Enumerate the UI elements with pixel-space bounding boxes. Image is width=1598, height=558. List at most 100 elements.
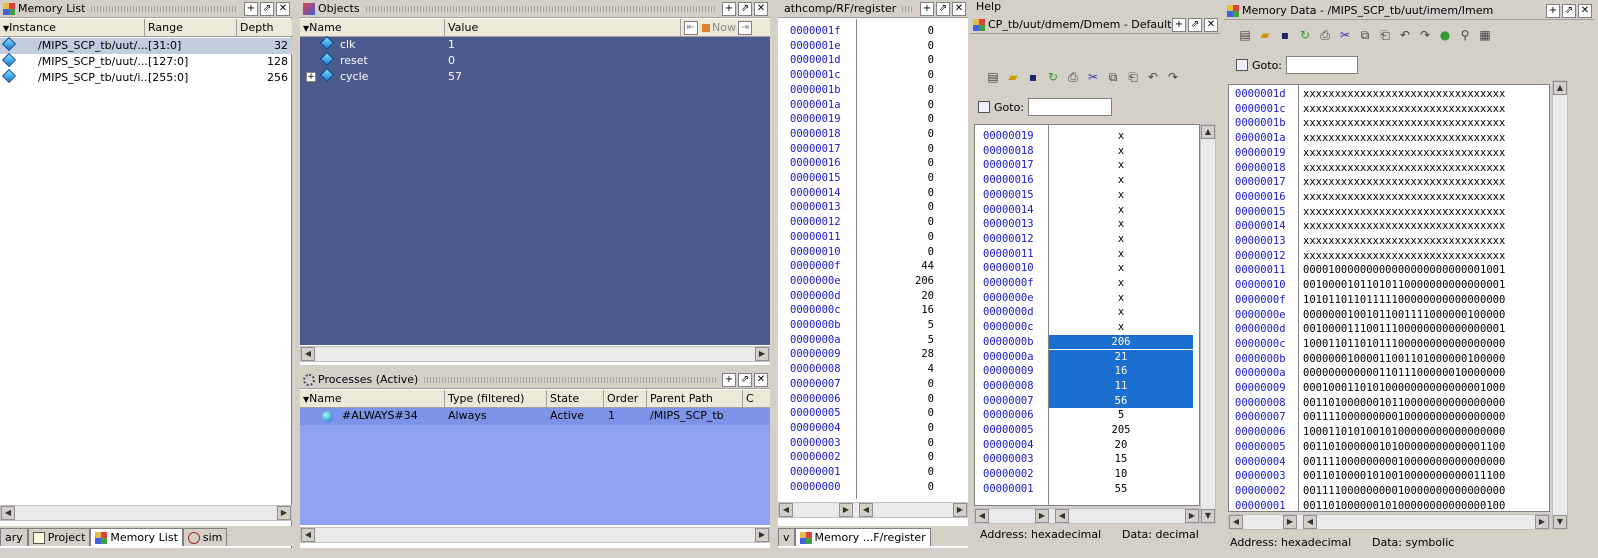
scroll-right-icon[interactable]: ▶ — [839, 503, 853, 517]
memory-row[interactable]: 00000004 0 — [778, 421, 968, 436]
value-cell[interactable]: 0 — [928, 392, 934, 407]
value-cell[interactable]: 0 — [928, 421, 934, 436]
memory-row[interactable]: 0000001d xxxxxxxxxxxxxxxxxxxxxxxxxxxxxxxx — [1229, 87, 1549, 102]
tab-memory-list[interactable]: Memory List — [90, 528, 183, 546]
register-titlebar[interactable]: athcomp/RF/register + ⇗ ✕ — [778, 0, 968, 18]
scroll-left-icon[interactable]: ◀ — [1229, 515, 1243, 529]
value-cell[interactable]: 0 — [928, 465, 934, 480]
value-cell[interactable]: xxxxxxxxxxxxxxxxxxxxxxxxxxxxxxxx — [1303, 190, 1505, 205]
memory-row[interactable]: 00000016 xxxxxxxxxxxxxxxxxxxxxxxxxxxxxxxx — [1229, 190, 1549, 205]
add-icon[interactable]: + — [1172, 17, 1186, 32]
value-cell[interactable]: x — [1049, 173, 1193, 188]
undo-icon[interactable]: ↶ — [1144, 68, 1162, 86]
value-cell[interactable]: xxxxxxxxxxxxxxxxxxxxxxxxxxxxxxxx — [1303, 102, 1505, 117]
value-cell[interactable]: 0 — [928, 186, 934, 201]
value-cell[interactable]: 0 — [928, 68, 934, 83]
memory-row[interactable]: 00000016 x — [975, 173, 1199, 188]
memory-row[interactable]: 00000010 00100001011010110000000000000001 — [1229, 278, 1549, 293]
undock-icon[interactable]: ⇗ — [738, 372, 752, 387]
list-item[interactable]: clk 1 — [300, 35, 770, 53]
memory-row[interactable]: 00000018 x — [975, 144, 1199, 159]
memory-row[interactable]: 00000018 xxxxxxxxxxxxxxxxxxxxxxxxxxxxxxxx — [1229, 161, 1549, 176]
table-row[interactable]: /MIPS_SCP_tb/uut/... [127:0] 128 — [0, 52, 292, 70]
memory-row[interactable]: 0000001b xxxxxxxxxxxxxxxxxxxxxxxxxxxxxxxx — [1229, 116, 1549, 131]
memory-row[interactable]: 0000000e x — [975, 291, 1199, 306]
value-cell[interactable]: 206 — [915, 274, 934, 289]
value-cell[interactable]: 0 — [928, 480, 934, 495]
memory-row[interactable]: 00000010 x — [975, 261, 1199, 276]
add-icon[interactable]: + — [1546, 3, 1560, 18]
list-item[interactable]: + cycle 57 — [300, 67, 770, 85]
vertical-scrollbar[interactable]: ▲ ▼ — [1200, 124, 1216, 524]
memory-row[interactable]: 0000001f 0 — [778, 24, 968, 39]
memory-row[interactable]: 00000009 16 — [975, 364, 1199, 379]
value-cell[interactable]: 0 — [928, 112, 934, 127]
value-cell[interactable]: 0 — [928, 98, 934, 113]
col-depth[interactable]: Depth — [237, 19, 292, 36]
memory-row[interactable]: 00000014 0 — [778, 186, 968, 201]
value-cell[interactable]: 00000000000011011100000010000000 — [1303, 366, 1505, 381]
value-cell[interactable]: 11 — [1049, 379, 1193, 394]
memory-row[interactable]: 00000005 00110100000010100000000000001100 — [1229, 440, 1549, 455]
scroll-left-icon[interactable]: ◀ — [1055, 509, 1069, 523]
close-icon[interactable]: ✕ — [754, 372, 768, 387]
memory-row[interactable]: 00000015 xxxxxxxxxxxxxxxxxxxxxxxxxxxxxxxx — [1229, 205, 1549, 220]
value-cell[interactable]: 00001000000000000000000000001001 — [1303, 263, 1505, 278]
scroll-left-icon[interactable]: ◀ — [1, 506, 15, 520]
value-cell[interactable]: x — [1049, 158, 1193, 173]
col-state[interactable]: State — [547, 390, 604, 407]
save-icon[interactable]: ▪ — [1024, 68, 1042, 86]
memory-row[interactable]: 00000008 11 — [975, 378, 1199, 394]
value-cell[interactable]: 21 — [1049, 350, 1193, 365]
value-cell[interactable]: 20 — [921, 289, 934, 304]
print-icon[interactable]: ⎙ — [1316, 26, 1334, 44]
col-type[interactable]: Type (filtered) — [445, 390, 547, 407]
memory-row[interactable]: 00000015 x — [975, 188, 1199, 203]
goto-input[interactable] — [1028, 98, 1113, 116]
value-cell[interactable]: x — [1049, 276, 1193, 291]
cut-icon[interactable]: ✂ — [1084, 68, 1102, 86]
memory-row[interactable]: 0000000c 10001101101011100000000000000000 — [1229, 337, 1549, 352]
memory-row[interactable]: 00000001 0 — [778, 465, 968, 480]
scroll-right-icon[interactable]: ▶ — [277, 506, 291, 520]
copy-icon[interactable]: ⧉ — [1356, 26, 1374, 44]
document-icon[interactable]: ▤ — [1236, 26, 1254, 44]
value-cell[interactable]: xxxxxxxxxxxxxxxxxxxxxxxxxxxxxxxx — [1303, 161, 1505, 176]
memory-row[interactable]: 00000002 00111100000000010000000000000000 — [1229, 484, 1549, 499]
value-cell[interactable]: xxxxxxxxxxxxxxxxxxxxxxxxxxxxxxxx — [1303, 116, 1505, 131]
undock-icon[interactable]: ⇗ — [738, 1, 752, 16]
value-cell[interactable]: 0 — [928, 156, 934, 171]
col-parent-path[interactable]: Parent Path — [647, 390, 743, 407]
memory-row[interactable]: 0000001e 0 — [778, 39, 968, 54]
tab-v[interactable]: v — [778, 528, 795, 546]
tab-sim[interactable]: sim — [182, 528, 228, 546]
value-cell[interactable]: 00111100000000010000000000000000 — [1303, 455, 1505, 470]
value-cell[interactable]: x — [1049, 247, 1193, 262]
value-cell[interactable]: 4 — [928, 362, 934, 377]
refresh-icon[interactable]: ↻ — [1044, 68, 1062, 86]
value-cell[interactable]: xxxxxxxxxxxxxxxxxxxxxxxxxxxxxxxx — [1303, 131, 1505, 146]
memory-row[interactable]: 0000000e 00000001001011001111000000100000 — [1229, 308, 1549, 323]
memory-row[interactable]: 00000012 xxxxxxxxxxxxxxxxxxxxxxxxxxxxxxxx — [1229, 249, 1549, 264]
memory-row[interactable]: 0000001a xxxxxxxxxxxxxxxxxxxxxxxxxxxxxxxx — [1229, 131, 1549, 146]
undock-icon[interactable]: ⇗ — [936, 1, 950, 16]
paste-icon[interactable]: ⎗ — [1376, 26, 1394, 44]
memory-row[interactable]: 0000000b 206 — [975, 334, 1199, 350]
print-icon[interactable]: ⎙ — [1064, 68, 1082, 86]
goto-start-icon[interactable]: ⇤ — [684, 20, 698, 35]
horizontal-scrollbar[interactable]: ◀ ▶ ◀ ▶ — [974, 508, 1200, 524]
value-cell[interactable]: 00110100000010100000000000001100 — [1303, 440, 1505, 455]
value-cell[interactable]: 0 — [928, 200, 934, 215]
memory-row[interactable]: 00000012 x — [975, 232, 1199, 247]
value-cell[interactable]: xxxxxxxxxxxxxxxxxxxxxxxxxxxxxxxx — [1303, 234, 1505, 249]
value-cell[interactable]: 00100001011010110000000000000001 — [1303, 278, 1505, 293]
memory-row[interactable]: 0000000d 00100001110011100000000000000001 — [1229, 322, 1549, 337]
value-cell[interactable]: xxxxxxxxxxxxxxxxxxxxxxxxxxxxxxxx — [1303, 219, 1505, 234]
value-cell[interactable]: x — [1049, 320, 1193, 335]
value-cell[interactable]: 0 — [928, 142, 934, 157]
memory-row[interactable]: 0000001b 0 — [778, 83, 968, 98]
memory-row[interactable]: 0000000b 00000001000011001101000000100000 — [1229, 352, 1549, 367]
value-cell[interactable]: 0 — [928, 127, 934, 142]
copy-icon[interactable]: ⧉ — [1104, 68, 1122, 86]
memory-row[interactable]: 00000016 0 — [778, 156, 968, 171]
